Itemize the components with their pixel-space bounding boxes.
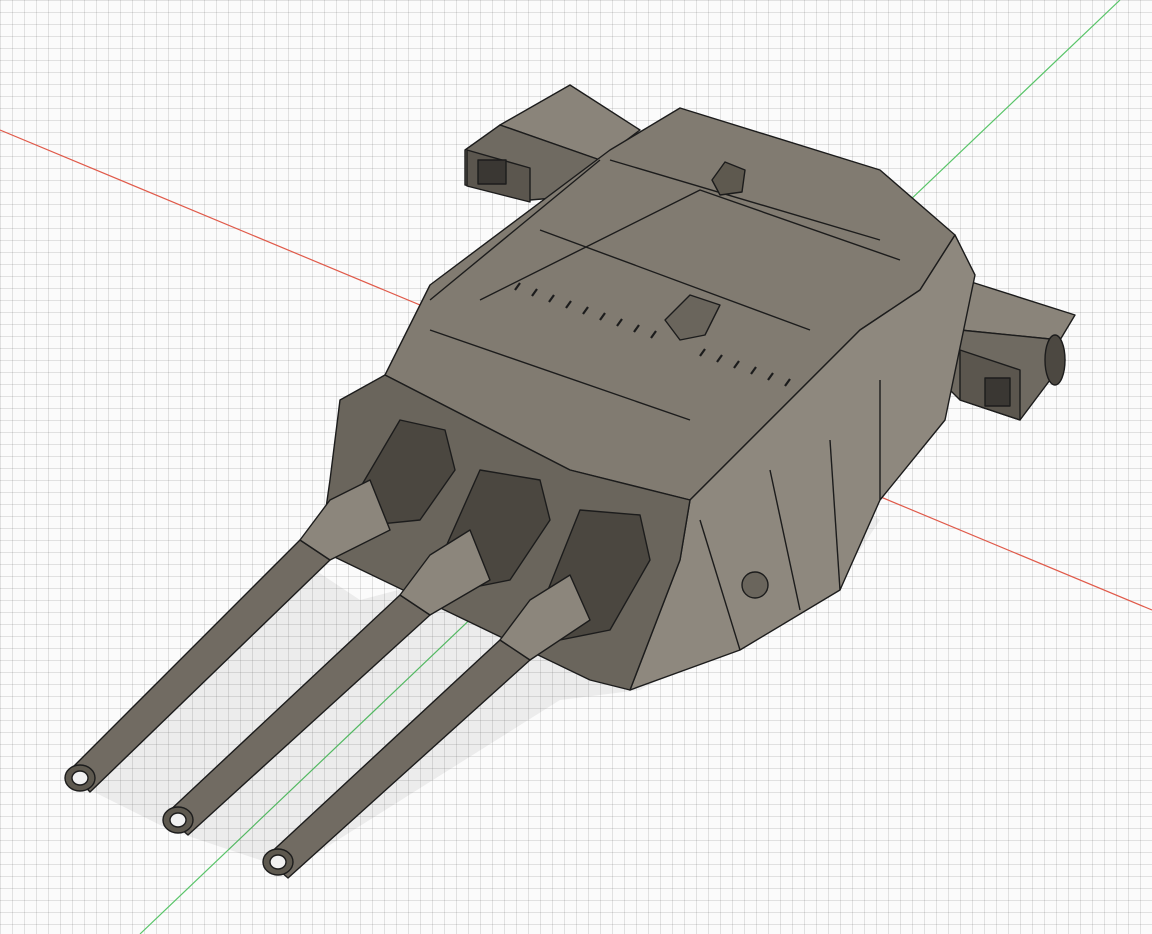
side-port bbox=[741, 571, 769, 599]
3d-viewport[interactable] bbox=[0, 0, 1152, 934]
model-canvas[interactable] bbox=[0, 0, 1152, 934]
